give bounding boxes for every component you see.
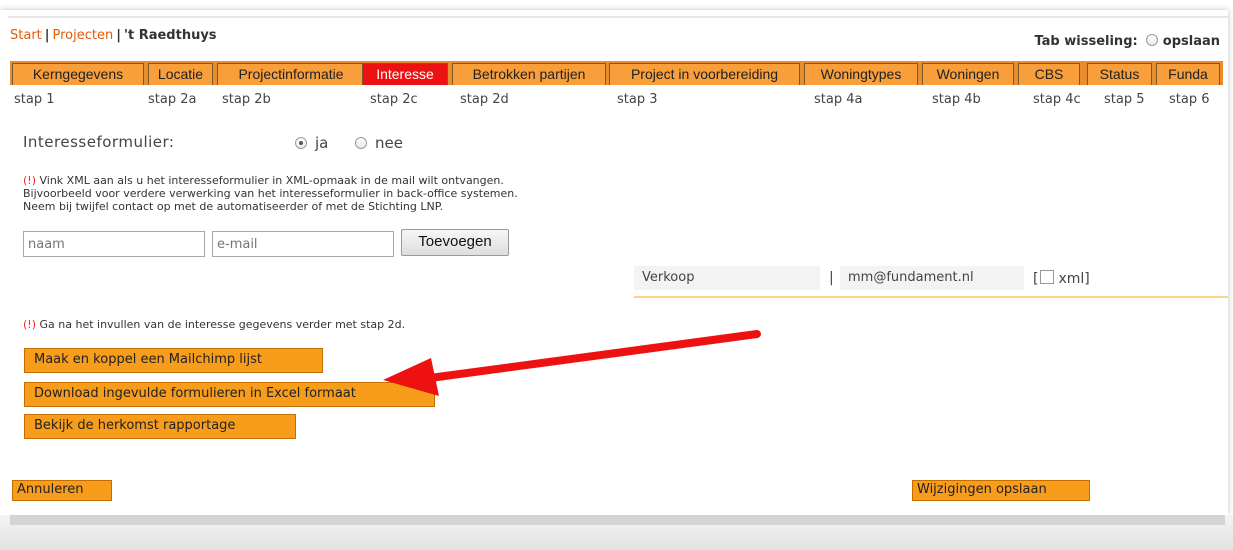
page-frame xyxy=(0,10,1228,515)
mailchimp-button[interactable]: Maak en koppel een Mailchimp lijst xyxy=(24,348,323,373)
xml-note-line: Neem bij twijfel contact op met de autom… xyxy=(23,200,444,213)
save-changes-button[interactable]: Wijzigingen opslaan xyxy=(912,480,1090,501)
cancel-button[interactable]: Annuleren xyxy=(12,480,112,501)
breadcrumb: Start | Projecten |'t Raedthuys xyxy=(10,28,217,43)
tab-locatie[interactable]: Locatie xyxy=(148,63,213,85)
tab-switch-option: opslaan xyxy=(1162,34,1220,49)
step-label: stap 1 xyxy=(14,92,55,107)
step-label: stap 4a xyxy=(814,92,863,107)
origin-report-button[interactable]: Bekijk de herkomst rapportage xyxy=(24,414,296,439)
interest-form-label: Interesseformulier: xyxy=(23,133,175,151)
breadcrumb-separator: | xyxy=(44,28,50,43)
step-label: stap 4c xyxy=(1033,92,1081,107)
tab-project-in-voorbereiding[interactable]: Project in voorbereiding xyxy=(609,63,800,85)
breadcrumb-separator: | xyxy=(116,28,121,43)
download-excel-button[interactable]: Download ingevulde formulieren in Excel … xyxy=(24,382,435,407)
interest-form-option-ja[interactable]: ja xyxy=(295,134,328,152)
warning-marker: (!) xyxy=(23,174,36,187)
tab-woningtypes[interactable]: Woningtypes xyxy=(804,63,918,85)
step-label: stap 2a xyxy=(148,92,197,107)
recipient-separator: | xyxy=(829,270,834,286)
tab-switch-label: Tab wisseling: xyxy=(1034,34,1138,49)
breadcrumb-start-link[interactable]: Start xyxy=(10,28,42,43)
xml-note: (!) Vink XML aan als u het interesseform… xyxy=(23,174,518,213)
row-underline xyxy=(634,296,1228,298)
add-button[interactable]: Toevoegen xyxy=(401,229,509,256)
tab-bar: Kerngegevens Locatie Projectinformatie I… xyxy=(10,61,1223,85)
step-label: stap 3 xyxy=(617,92,658,107)
tab-woningen[interactable]: Woningen xyxy=(922,63,1014,85)
tab-status[interactable]: Status xyxy=(1087,63,1152,85)
step-note: (!) Ga na het invullen van de interesse … xyxy=(23,318,405,331)
step-label: stap 2c xyxy=(370,92,418,107)
radio-ja[interactable] xyxy=(295,137,307,149)
top-divider xyxy=(8,16,1228,18)
step-label: stap 6 xyxy=(1169,92,1210,107)
recipient-name: Verkoop xyxy=(634,266,820,290)
recipient-email: mm@fundament.nl xyxy=(840,266,1024,290)
radio-ja-label: ja xyxy=(315,134,329,152)
breadcrumb-projecten-link[interactable]: Projecten xyxy=(53,28,114,43)
tab-projectinformatie[interactable]: Projectinformatie xyxy=(217,63,365,85)
radio-nee[interactable] xyxy=(355,137,367,149)
tab-switch-radio[interactable] xyxy=(1146,34,1159,46)
tab-kerngegevens[interactable]: Kerngegevens xyxy=(12,63,144,85)
recipient-xml-toggle[interactable]: [xml] xyxy=(1033,270,1090,287)
step-label: stap 5 xyxy=(1104,92,1145,107)
xml-label: xml xyxy=(1058,271,1085,287)
email-input[interactable] xyxy=(212,231,394,257)
tab-funda[interactable]: Funda xyxy=(1156,63,1220,85)
step-label: stap 2b xyxy=(222,92,271,107)
radio-nee-label: nee xyxy=(375,134,403,152)
step-label: stap 4b xyxy=(932,92,981,107)
xml-checkbox[interactable] xyxy=(1040,270,1055,284)
name-input[interactable] xyxy=(23,231,205,257)
xml-note-line: Vink XML aan als u het interesseformulie… xyxy=(39,174,504,187)
tab-cbs[interactable]: CBS xyxy=(1018,63,1080,85)
bottom-shadow xyxy=(0,515,1233,550)
interest-form-option-nee[interactable]: nee xyxy=(355,134,403,152)
tab-switch: Tab wisseling: opslaan xyxy=(1034,34,1220,49)
tab-interesse[interactable]: Interesse xyxy=(362,63,448,85)
xml-note-line: Bijvoorbeeld voor verdere verwerking van… xyxy=(23,187,518,200)
warning-marker: (!) xyxy=(23,318,36,331)
step-label: stap 2d xyxy=(460,92,509,107)
breadcrumb-current: 't Raedthuys xyxy=(123,28,217,43)
step-note-text: Ga na het invullen van de interesse gege… xyxy=(39,318,406,331)
tab-betrokken-partijen[interactable]: Betrokken partijen xyxy=(452,63,606,85)
